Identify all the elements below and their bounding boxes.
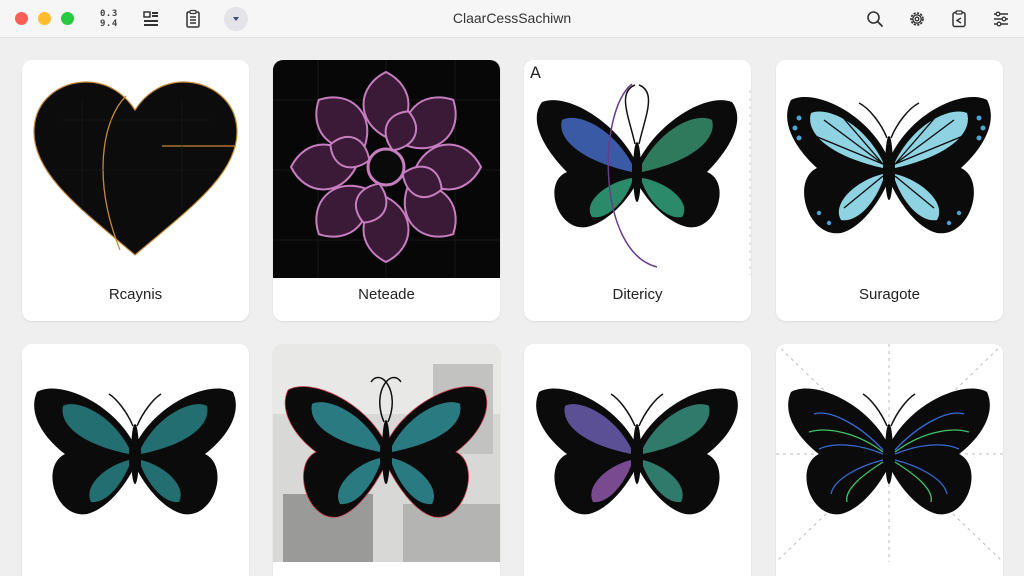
title-bar: 0.3 9.4 ClaarCessSachiwn xyxy=(0,0,1024,38)
gallery-card[interactable] xyxy=(273,344,500,576)
card-title: Suragote xyxy=(859,286,920,303)
card-title: Neteade xyxy=(358,286,415,303)
gallery-card[interactable]: Neteade xyxy=(273,60,500,321)
gallery-card[interactable]: A Ditericy xyxy=(524,60,751,321)
gallery-card[interactable] xyxy=(776,344,1003,576)
card-title: Rcaynis xyxy=(108,286,163,303)
clipboard-button[interactable] xyxy=(946,7,972,31)
sliders-button[interactable] xyxy=(988,7,1014,31)
sliders-icon xyxy=(994,11,1008,27)
clipboard-icon xyxy=(952,10,966,28)
purple-teal-butterfly-image xyxy=(524,344,751,562)
gallery-card[interactable]: Rcaynis xyxy=(22,60,249,321)
card-title: Ditericy xyxy=(612,286,663,303)
settings-icon xyxy=(910,12,924,26)
settings-button[interactable] xyxy=(904,7,930,31)
gallery-card[interactable] xyxy=(524,344,751,576)
gallery-card[interactable]: Suragote xyxy=(776,60,1003,321)
teal-blue-butterfly-image: A xyxy=(524,60,751,278)
teal-butterfly-image xyxy=(22,344,249,562)
gallery-card[interactable] xyxy=(22,344,249,576)
annotation-label: A xyxy=(530,63,541,82)
pink-flower-image xyxy=(273,60,500,278)
teal-butterfly-photo-image xyxy=(273,344,500,562)
search-button[interactable] xyxy=(862,7,888,31)
search-icon xyxy=(867,11,883,27)
neon-line-butterfly-image xyxy=(776,344,1003,562)
black-heart-image xyxy=(22,60,249,278)
light-blue-butterfly-image xyxy=(776,60,1003,278)
